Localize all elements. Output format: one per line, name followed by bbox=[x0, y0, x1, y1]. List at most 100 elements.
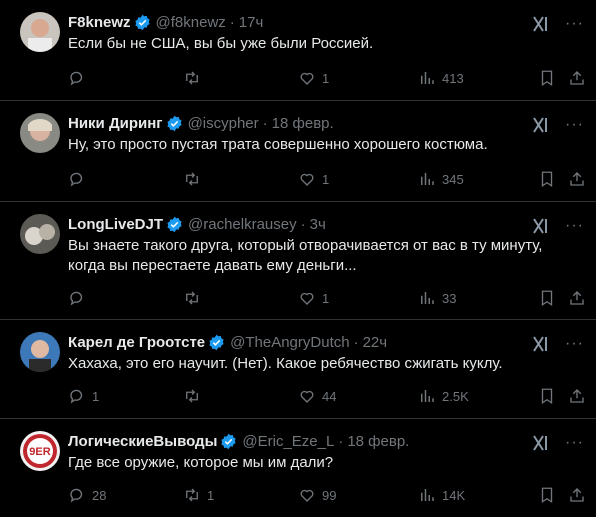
author-handle[interactable]: @rachelkrausey bbox=[188, 216, 297, 233]
tweet-time[interactable]: 18 февр. bbox=[347, 433, 409, 450]
tweet[interactable]: LongLiveDJT @rachelkrausey · 3ч ··· Вы з… bbox=[0, 202, 596, 320]
reply-button[interactable]: 1 bbox=[68, 387, 99, 405]
like-button[interactable]: 44 bbox=[298, 387, 336, 405]
share-button[interactable] bbox=[568, 486, 586, 504]
tweet-text: Ну, это просто пустая трата совершенно х… bbox=[68, 136, 488, 153]
verified-badge-icon bbox=[209, 334, 224, 350]
tweet-time[interactable]: 18 февр. bbox=[272, 115, 334, 132]
author-handle[interactable]: @f8knewz bbox=[156, 14, 226, 31]
bookmark-button[interactable] bbox=[538, 170, 556, 188]
retweet-button[interactable]: 1 bbox=[183, 486, 214, 504]
heart-icon bbox=[300, 292, 314, 305]
share-icon bbox=[570, 488, 584, 502]
reply-button[interactable]: 28 bbox=[68, 486, 106, 504]
avatar[interactable] bbox=[20, 214, 60, 254]
retweet-icon bbox=[186, 172, 198, 186]
grok-icon[interactable] bbox=[531, 334, 551, 354]
share-button[interactable] bbox=[568, 170, 586, 188]
avatar[interactable]: 9ER bbox=[20, 431, 60, 471]
like-count: 99 bbox=[322, 487, 337, 503]
reply-icon bbox=[70, 488, 83, 503]
like-button[interactable]: 1 bbox=[298, 289, 329, 307]
verified-badge-icon bbox=[166, 115, 182, 131]
views-button[interactable]: 413 bbox=[418, 69, 464, 87]
bookmark-icon bbox=[541, 70, 553, 87]
more-options-icon[interactable]: ··· bbox=[565, 435, 584, 451]
heart-icon bbox=[300, 72, 314, 85]
avatar[interactable] bbox=[20, 332, 60, 372]
author-handle[interactable]: @TheAngryDutch bbox=[230, 334, 349, 351]
tweet-actions: 1 44 2.5K bbox=[68, 378, 584, 418]
retweet-icon bbox=[186, 291, 198, 305]
tweet[interactable]: Ники Диринг @iscypher · 18 февр. ··· Ну,… bbox=[0, 101, 596, 202]
like-button[interactable]: 99 bbox=[298, 486, 336, 504]
verified-badge-icon bbox=[221, 433, 236, 449]
like-count: 1 bbox=[322, 70, 330, 86]
author-name[interactable]: ЛогическиеВыводы bbox=[68, 433, 217, 450]
views-button[interactable]: 33 bbox=[418, 289, 456, 307]
views-chart-icon bbox=[421, 173, 434, 185]
tweet-time[interactable]: 22ч bbox=[363, 334, 388, 351]
tweet-text: Вы знаете такого друга, который отворачи… bbox=[68, 237, 543, 274]
reply-icon bbox=[70, 389, 83, 404]
verified-badge-icon bbox=[134, 14, 150, 30]
bookmark-icon bbox=[541, 388, 553, 405]
tweet[interactable]: Карел де Гроотсте @TheAngryDutch · 22ч ·… bbox=[0, 320, 596, 419]
tweet-header: ЛогическиеВыводы @Eric_Eze_L · 18 февр. bbox=[68, 431, 580, 451]
grok-icon[interactable] bbox=[531, 216, 551, 236]
retweet-button[interactable] bbox=[183, 170, 207, 188]
tweet-text: Если бы не США, вы бы уже были Россией. bbox=[68, 35, 374, 52]
retweet-icon bbox=[186, 488, 198, 502]
share-button[interactable] bbox=[568, 289, 586, 307]
verified-badge-icon bbox=[167, 216, 182, 232]
reply-icon bbox=[70, 291, 83, 306]
views-button[interactable]: 2.5K bbox=[418, 387, 469, 405]
author-name[interactable]: Ники Диринг bbox=[68, 115, 163, 132]
timeline-feed: F8knewz @f8knewz · 17ч ··· Если бы не СШ… bbox=[0, 0, 596, 513]
grok-icon[interactable] bbox=[531, 433, 551, 453]
tweet[interactable]: F8knewz @f8knewz · 17ч ··· Если бы не СШ… bbox=[0, 0, 596, 101]
bookmark-button[interactable] bbox=[538, 387, 556, 405]
author-name[interactable]: LongLiveDJT bbox=[68, 216, 163, 233]
bookmark-button[interactable] bbox=[538, 69, 556, 87]
author-handle[interactable]: @iscypher bbox=[188, 115, 259, 132]
views-chart-icon bbox=[421, 390, 434, 402]
reply-button[interactable] bbox=[68, 170, 92, 188]
more-options-icon[interactable]: ··· bbox=[565, 336, 584, 352]
author-name[interactable]: F8knewz bbox=[68, 14, 131, 31]
avatar[interactable] bbox=[20, 12, 60, 52]
like-button[interactable]: 1 bbox=[298, 69, 329, 87]
bookmark-icon bbox=[541, 290, 553, 307]
author-name[interactable]: Карел де Гроотсте bbox=[68, 334, 205, 351]
author-handle[interactable]: @Eric_Eze_L bbox=[242, 433, 334, 450]
share-button[interactable] bbox=[568, 69, 586, 87]
separator-dot: · bbox=[262, 114, 268, 132]
tweet[interactable]: 9ER ЛогическиеВыводы @Eric_Eze_L · 18 фе… bbox=[0, 419, 596, 513]
retweet-button[interactable] bbox=[183, 289, 207, 307]
views-chart-icon bbox=[421, 292, 434, 304]
tweet-top-actions: ··· bbox=[531, 334, 584, 354]
tweet-top-actions: ··· bbox=[531, 216, 584, 236]
retweet-button[interactable] bbox=[183, 387, 207, 405]
like-button[interactable]: 1 bbox=[298, 170, 329, 188]
grok-icon[interactable] bbox=[531, 14, 551, 34]
more-options-icon[interactable]: ··· bbox=[565, 218, 584, 234]
heart-icon bbox=[300, 390, 314, 403]
more-options-icon[interactable]: ··· bbox=[565, 16, 584, 32]
views-button[interactable]: 14K bbox=[418, 486, 465, 504]
grok-icon[interactable] bbox=[531, 115, 551, 135]
more-options-icon[interactable]: ··· bbox=[565, 117, 584, 133]
share-button[interactable] bbox=[568, 387, 586, 405]
retweet-button[interactable] bbox=[183, 69, 207, 87]
tweet-time[interactable]: 3ч bbox=[310, 216, 326, 233]
tweet-time[interactable]: 17ч bbox=[239, 14, 264, 31]
reply-button[interactable] bbox=[68, 289, 92, 307]
bookmark-button[interactable] bbox=[538, 486, 556, 504]
views-button[interactable]: 345 bbox=[418, 170, 464, 188]
bookmark-button[interactable] bbox=[538, 289, 556, 307]
retweet-icon bbox=[186, 389, 198, 403]
tweet-actions: 1 413 bbox=[68, 60, 584, 100]
share-icon bbox=[570, 71, 584, 85]
avatar[interactable] bbox=[20, 113, 60, 153]
reply-button[interactable] bbox=[68, 69, 92, 87]
